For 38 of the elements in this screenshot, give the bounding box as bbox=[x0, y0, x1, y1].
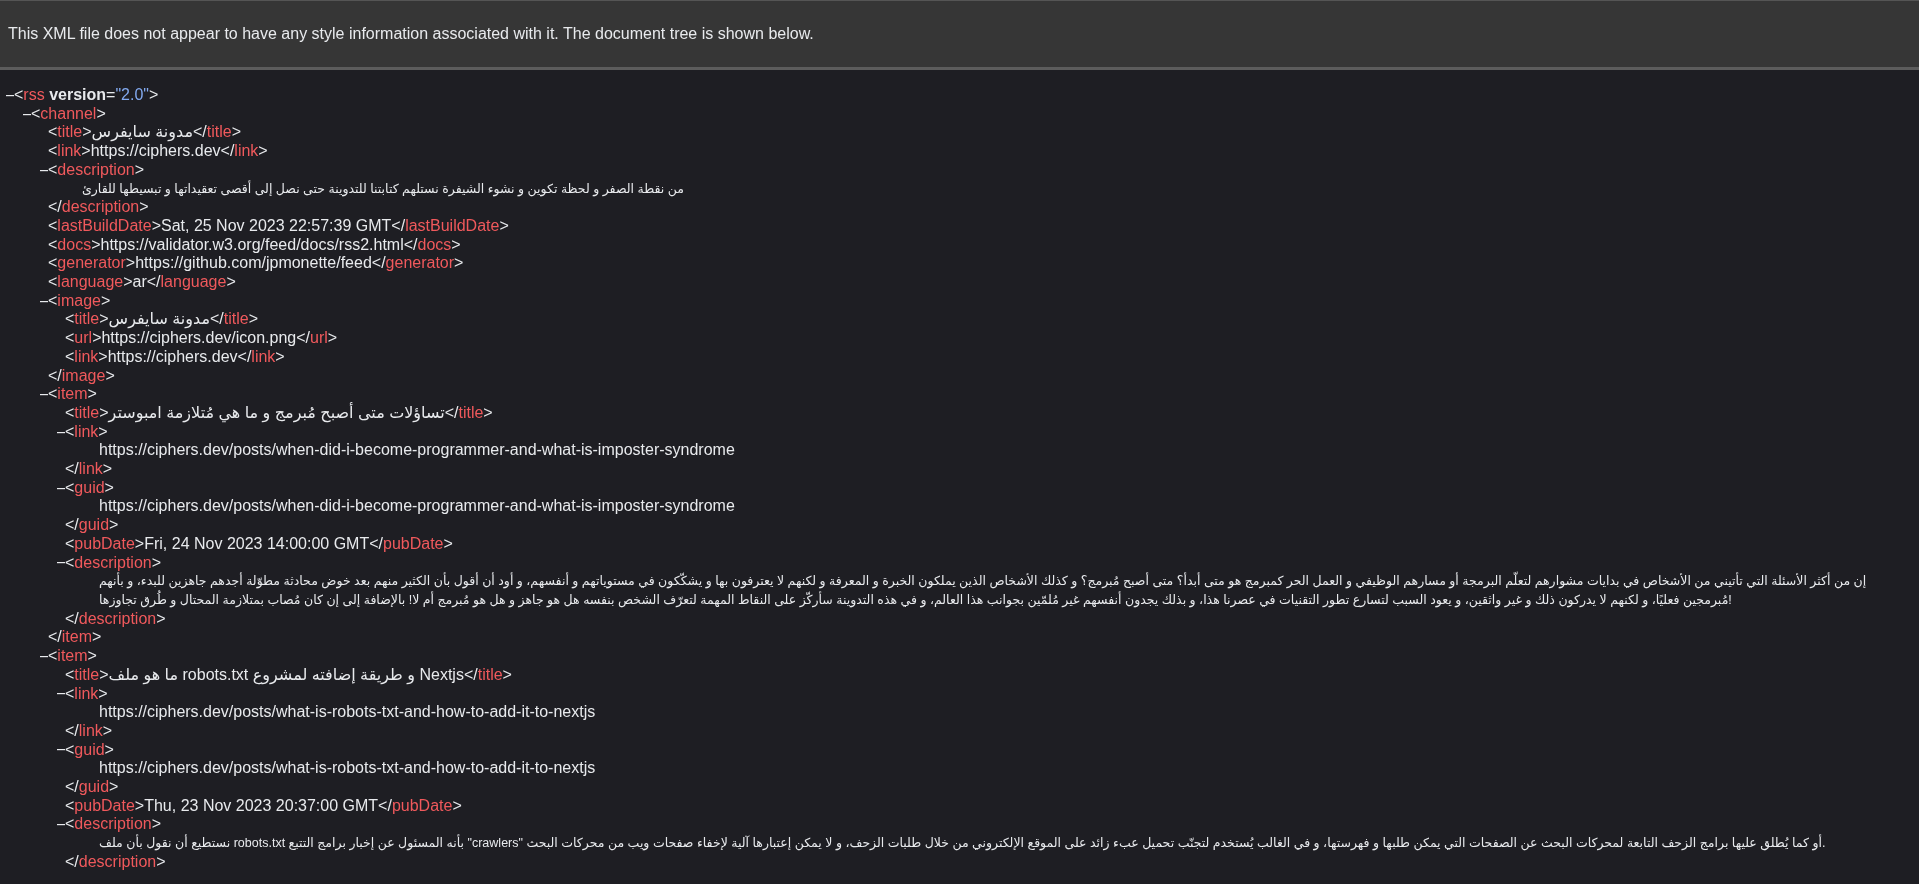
xml-open-tag: <item> bbox=[48, 385, 97, 404]
xml-open-tag: <link> bbox=[65, 684, 108, 704]
xml-text: https://ciphers.dev/posts/what-is-robots-txt-and-how-to-add-it-to-nextjs bbox=[99, 759, 597, 778]
xml-element-line: <link>https://ciphers.dev</link> bbox=[65, 347, 285, 367]
xml-open-tag: <rss version="2.0"> bbox=[14, 86, 159, 105]
style-notice-banner: This XML file does not appear to have any style information associated with it. The document tree is shown below. bbox=[0, 0, 1919, 70]
xml-element-line: <docs>https://validator.w3.org/feed/docs/rss2.html</docs> bbox=[48, 235, 461, 255]
xml-text: إن من أكثر الأسئلة التي تأتيني من الأشخاص في بدايات مشوارهم لتعلّم البرمجة أو مسارهم الوظيفي و العمل الحر كمبرمج هو متى أبدأ؟ متى أصبح مُبرمج؟ و كذلك الأشخاص الذين يملكون الخبرة و المعرفة و لكنهم لا يعترفون بها و يشكّكون في مستوياتهم و أنفسهم، و أود أن أقول بأن الكثير منهم بعد خوض محادثة مطوّلة أجدهم جاهزين للبدء، و بأنهم مُبرمجين فعليًا، و لكنهم لا يدركون ذلك و غير واثقين، و يعود السبب لتسارع تطور التقنيات في عصرنا هذا، و بذلك يجدون أنفسهم غير مُلمّين بجوانب هذا العالم، و في هذه التدوينة سأركّز على النقاط المهمة لتعرّف الشخص بنفسه هل هو جاهز و هل هو مُبرمج أم لا! بالإضافة إلى إن كان مُصاب بمتلازمة المحتال و طُرق تجاوزها! bbox=[99, 572, 1919, 610]
xml-element-line: <pubDate>Thu, 23 Nov 2023 20:37:00 GMT</pubDate> bbox=[65, 796, 462, 816]
xml-text: من نقطة الصفر و لحظة تكوين و نشوء الشيفرة نستلهم كتابتنا للتدوينة حتى نصل إلى أقصى تعقيداتها و تبسيطها للقارئ bbox=[82, 179, 685, 199]
xml-element-line: <generator>https://github.com/jpmonette/feed</generator> bbox=[48, 254, 464, 274]
xml-close-tag: </guid> bbox=[65, 778, 119, 797]
xml-close-tag: </description> bbox=[65, 609, 166, 629]
xml-element-line: <language>ar</language> bbox=[48, 273, 236, 292]
xml-element-line: <link>https://ciphers.dev</link> bbox=[48, 142, 268, 161]
xml-element-line: <lastBuildDate>Sat, 25 Nov 2023 22:57:39 GMT</lastBuildDate> bbox=[48, 216, 509, 236]
xml-close-tag: </description> bbox=[48, 198, 149, 217]
xml-text: https://ciphers.dev/posts/what-is-robots-txt-and-how-to-add-it-to-nextjs bbox=[99, 703, 597, 722]
xml-close-tag: </guid> bbox=[65, 516, 119, 535]
xml-open-tag: <item> bbox=[48, 647, 97, 666]
xml-element-line: <url>https://ciphers.dev/icon.png</url> bbox=[65, 329, 338, 348]
xml-close-tag: </description> bbox=[65, 852, 166, 872]
xml-open-tag: <image> bbox=[48, 291, 111, 311]
xml-open-tag: <guid> bbox=[65, 740, 114, 760]
xml-text: https://ciphers.dev/posts/when-did-i-become-programmer-and-what-is-imposter-syndrome bbox=[99, 497, 736, 517]
xml-close-tag: </item> bbox=[48, 628, 102, 648]
xml-open-tag: <description> bbox=[65, 553, 162, 573]
xml-open-tag: <guid> bbox=[65, 478, 114, 498]
xml-close-tag: </link> bbox=[65, 721, 113, 741]
xml-open-tag: <channel> bbox=[31, 104, 106, 124]
xml-open-tag: <description> bbox=[65, 815, 162, 835]
xml-close-tag: </link> bbox=[65, 460, 113, 479]
xml-element-line: <pubDate>Fri, 24 Nov 2023 14:00:00 GMT</pubDate> bbox=[65, 534, 453, 554]
xml-text: نستطيع أن نقول بأن ملف robots.txt بأنه المسئول عن إخبار برامج التتبع "crawlers" أو كما يُطلق عليها برامج الزحف التابعة لمحركات البحث عن الصفحات التي يمكن طلبها و فهرستها، و في الغالب يُستخدم لتجنّب تحميل عبء زائد على الموقع الإلكتروني من خلال طلبات الزحف، و لا يمكن إعتبارها آلية لإخفاء صفحات ويب من محركات البحث. bbox=[99, 834, 1827, 853]
xml-text: https://ciphers.dev/posts/when-did-i-become-programmer-and-what-is-imposter-syndrome bbox=[99, 441, 736, 461]
xml-close-tag: </image> bbox=[48, 366, 115, 386]
xml-open-tag: <description> bbox=[48, 160, 145, 180]
xml-open-tag: <link> bbox=[65, 422, 108, 442]
